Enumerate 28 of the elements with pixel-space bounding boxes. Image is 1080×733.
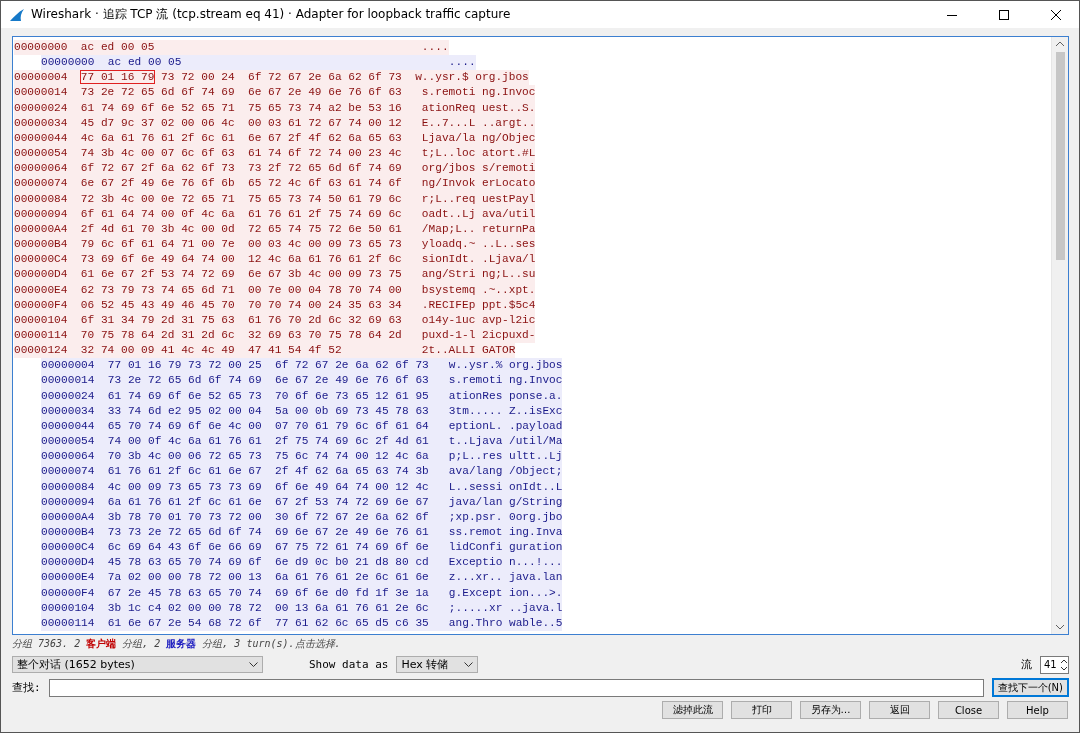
find-next-button[interactable]: 查找下一个(N)	[991, 678, 1069, 697]
chevron-down-icon	[464, 662, 474, 667]
stream-text-area[interactable]	[12, 36, 1069, 635]
stream-summary: 分组 7363. 2 客户端 分组, 2 服务器 分组, 3 turn(s).点击选择.	[12, 637, 342, 651]
find-field[interactable]	[48, 678, 984, 697]
window-title: Wireshark · 追踪 TCP 流 (tcp.stream eq 41) · Adapter for loopback traffic capture	[31, 6, 512, 23]
dialog-button[interactable]: 返回	[869, 701, 930, 719]
scroll-up-icon[interactable]	[1056, 41, 1064, 46]
maximize-icon	[999, 9, 1009, 20]
dialog-button[interactable]: Close	[938, 701, 999, 719]
spin-arrows-icon[interactable]	[1060, 657, 1068, 672]
show-data-label: Show data as	[309, 658, 389, 671]
chevron-down-icon	[249, 662, 258, 667]
format-select[interactable]: Hex 转储	[396, 656, 479, 673]
dialog-button[interactable]: 滤掉此流	[662, 701, 723, 719]
highlight-box: 77 01 16 79	[79, 70, 156, 85]
scroll-down-icon[interactable]	[1056, 625, 1064, 630]
scrollbar-thumb[interactable]	[1055, 52, 1065, 260]
dialog-button[interactable]: 另存为…	[800, 701, 861, 719]
find-label: 查找:	[12, 680, 41, 695]
dialog-button[interactable]: Help	[1007, 701, 1068, 719]
scrollbar[interactable]	[1051, 37, 1068, 634]
conversation-select[interactable]: 整个对话 (1652 bytes)	[12, 656, 263, 673]
shark-fin-icon	[9, 7, 25, 22]
close-icon	[1051, 9, 1061, 20]
stream-label: 流	[1021, 657, 1032, 672]
stream-spinbox[interactable]: 41	[1040, 655, 1069, 674]
dialog-button[interactable]: 打印	[731, 701, 792, 719]
